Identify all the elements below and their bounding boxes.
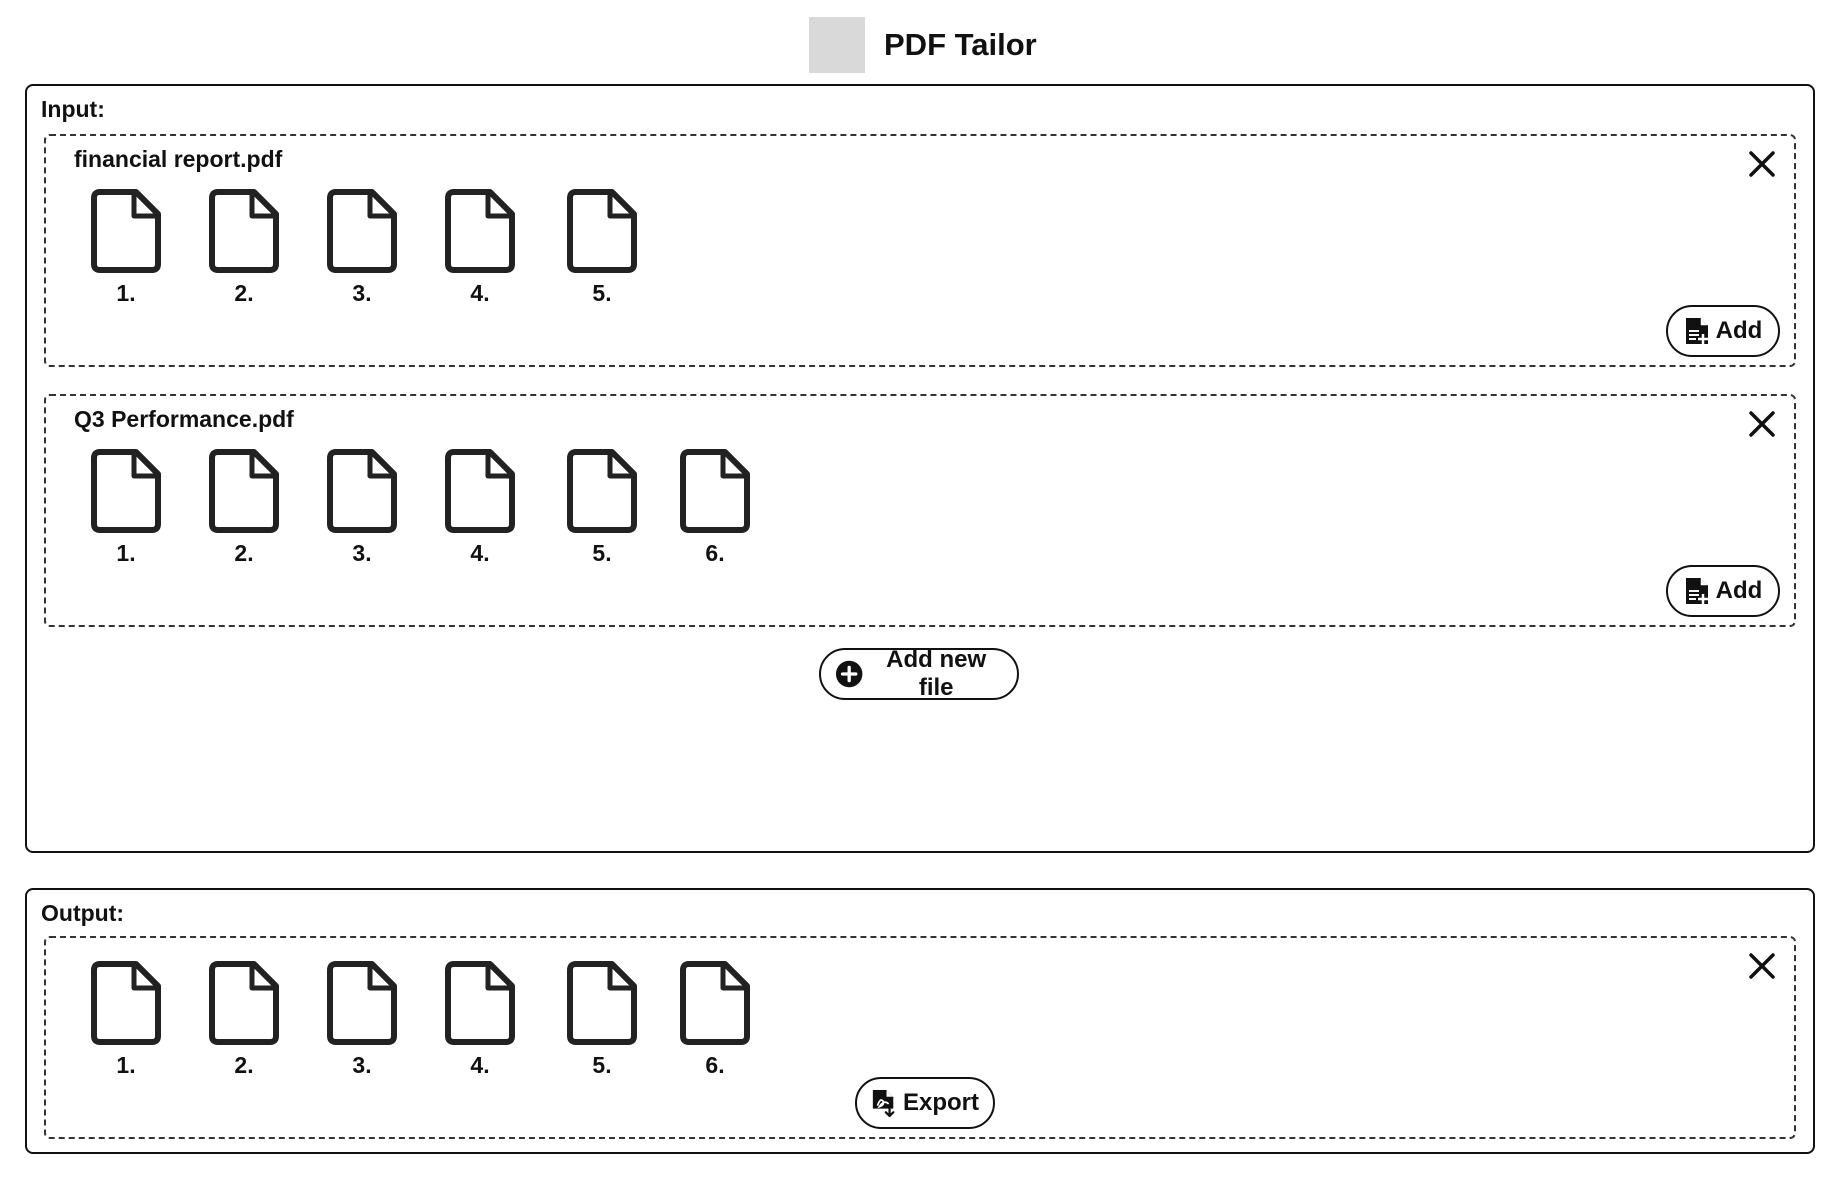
page-thumbnail[interactable]: 1.	[90, 448, 162, 566]
close-icon	[1749, 151, 1775, 177]
app-logo	[809, 17, 865, 73]
output-panel-label: Output:	[41, 900, 125, 926]
file-add-icon	[1685, 578, 1708, 604]
page-thumbnail[interactable]: 4.	[444, 960, 516, 1078]
input-panel: Input: financial report.pdf 1. 2. 3. 4.	[25, 84, 1815, 853]
document-page-icon	[327, 961, 397, 1045]
page-number: 2.	[234, 1052, 254, 1078]
add-new-file-label: Add new file	[886, 646, 987, 701]
document-page-icon	[327, 189, 397, 273]
page-number: 3.	[352, 540, 372, 566]
page-number: 1.	[116, 1052, 136, 1078]
input-panel-label: Input:	[41, 96, 105, 122]
page-number: 1.	[116, 280, 136, 306]
page-thumbnail[interactable]: 2.	[208, 448, 280, 566]
pdf-export-icon	[872, 1090, 895, 1118]
page-thumbnail[interactable]: 5.	[566, 960, 638, 1078]
page-number: 1.	[116, 540, 136, 566]
export-button[interactable]: Export	[855, 1077, 995, 1129]
page-thumbnail[interactable]: 4.	[444, 448, 516, 566]
add-pages-label: Add	[1715, 317, 1763, 344]
input-file-card: Q3 Performance.pdf 1. 2. 3. 4. 5. 6. Add	[44, 394, 1796, 627]
add-pages-button[interactable]: Add	[1666, 565, 1780, 617]
document-page-icon	[445, 961, 515, 1045]
page-number: 6.	[705, 1052, 725, 1078]
document-page-icon	[567, 449, 637, 533]
page-thumbnail[interactable]: 1.	[90, 960, 162, 1078]
page-number: 3.	[352, 1052, 372, 1078]
page-thumbnail[interactable]: 5.	[566, 188, 638, 306]
app-header: PDF Tailor	[0, 16, 1838, 73]
add-new-file-button[interactable]: Add new file	[819, 646, 1019, 701]
output-panel: Output: 1. 2. 3. 4. 5. 6. Export	[25, 888, 1815, 1154]
document-page-icon	[567, 961, 637, 1045]
page-thumbnail[interactable]: 2.	[208, 188, 280, 306]
page-thumbnail[interactable]: 1.	[90, 188, 162, 306]
file-name: Q3 Performance.pdf	[74, 406, 294, 432]
document-page-icon	[91, 449, 161, 533]
document-page-icon	[91, 961, 161, 1045]
page-number: 4.	[470, 280, 490, 306]
document-page-icon	[91, 189, 161, 273]
page-number: 2.	[234, 280, 254, 306]
page-thumbnail[interactable]: 2.	[208, 960, 280, 1078]
document-page-icon	[445, 189, 515, 273]
page-thumbnail[interactable]: 3.	[326, 448, 398, 566]
export-label: Export	[902, 1089, 979, 1116]
file-name: financial report.pdf	[74, 146, 283, 172]
document-page-icon	[327, 449, 397, 533]
close-icon	[1749, 953, 1775, 979]
document-page-icon	[209, 189, 279, 273]
add-pages-button[interactable]: Add	[1666, 305, 1780, 357]
page-thumbnail[interactable]: 4.	[444, 188, 516, 306]
document-page-icon	[680, 961, 750, 1045]
plus-circle-icon	[835, 660, 863, 688]
add-pages-label: Add	[1715, 577, 1763, 604]
page-number: 2.	[234, 540, 254, 566]
remove-file-button[interactable]	[1744, 406, 1780, 442]
page-thumbnail[interactable]: 3.	[326, 960, 398, 1078]
page-thumbnail[interactable]: 6.	[679, 448, 751, 566]
document-page-icon	[445, 449, 515, 533]
remove-file-button[interactable]	[1744, 146, 1780, 182]
output-file-card: 1. 2. 3. 4. 5. 6. Export	[44, 936, 1796, 1139]
page-number: 6.	[705, 540, 725, 566]
file-add-icon	[1685, 318, 1708, 344]
page-number: 5.	[592, 540, 612, 566]
page-number: 3.	[352, 280, 372, 306]
page-number: 5.	[592, 1052, 612, 1078]
document-page-icon	[567, 189, 637, 273]
page-number: 4.	[470, 540, 490, 566]
page-number: 5.	[592, 280, 612, 306]
document-page-icon	[209, 961, 279, 1045]
document-page-icon	[209, 449, 279, 533]
page-thumbnail[interactable]: 3.	[326, 188, 398, 306]
page-thumbnail[interactable]: 6.	[679, 960, 751, 1078]
page-number: 4.	[470, 1052, 490, 1078]
app-title: PDF Tailor	[884, 27, 1037, 62]
clear-output-button[interactable]	[1744, 948, 1780, 984]
input-file-card: financial report.pdf 1. 2. 3. 4. 5. Add	[44, 134, 1796, 367]
document-page-icon	[680, 449, 750, 533]
close-icon	[1749, 411, 1775, 437]
page-thumbnail[interactable]: 5.	[566, 448, 638, 566]
